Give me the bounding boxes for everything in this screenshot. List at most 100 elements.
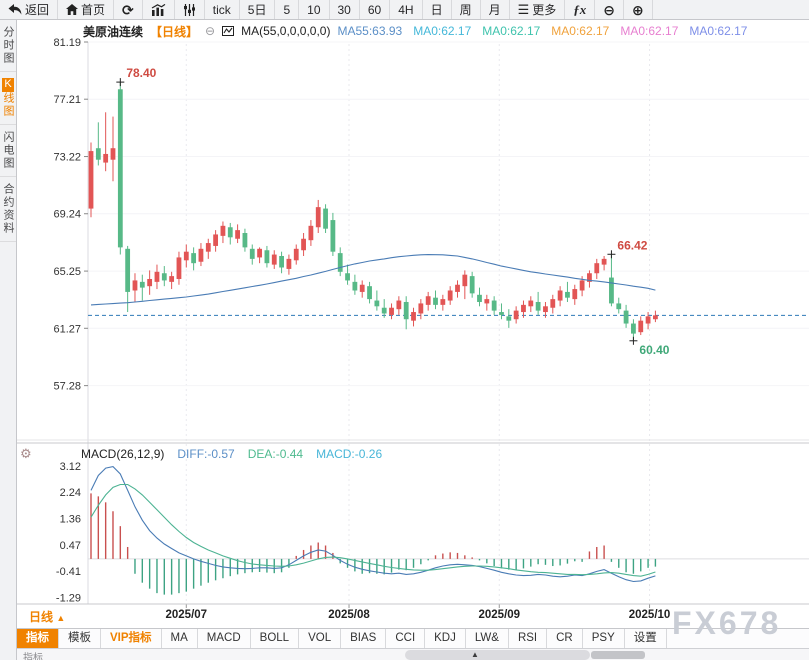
toolbar-button-label: 日 bbox=[431, 1, 443, 18]
toolbar-button-label: 更多 bbox=[532, 1, 556, 18]
toolbar-button-zoom-out[interactable]: ⊖ bbox=[595, 0, 624, 19]
svg-text:1.36: 1.36 bbox=[60, 513, 81, 525]
sidebar-item-lightning[interactable]: 闪电图 bbox=[0, 125, 16, 177]
partial-tab: 指标 bbox=[23, 649, 43, 660]
tab-RSI[interactable]: RSI bbox=[509, 629, 547, 648]
toolbar-button-4h[interactable]: 4H bbox=[390, 0, 422, 19]
toolbar-button-5m[interactable]: 5 bbox=[275, 0, 299, 19]
svg-text:66.42: 66.42 bbox=[617, 238, 647, 252]
gridlines bbox=[17, 42, 809, 608]
top-toolbar: 返回 首页 ⟳ tick 5日 5 10 30 60 4H 日周月 ☰更多 ƒx ⊖ ⊕ bbox=[0, 0, 809, 20]
chart-canvas[interactable]: 81.1977.2173.2269.2465.2561.2757.283.122… bbox=[17, 30, 809, 628]
toolbar-button-label: ƒx bbox=[573, 2, 586, 18]
toolbar-button-label: 10 bbox=[307, 3, 320, 17]
svg-text:65.25: 65.25 bbox=[53, 266, 81, 278]
tab-指标[interactable]: 指标 bbox=[17, 629, 59, 648]
svg-text:69.24: 69.24 bbox=[53, 209, 81, 221]
horizontal-scrollbar-thumb[interactable] bbox=[591, 651, 645, 659]
ma-settings-label[interactable]: MA(55,0,0,0,0,0) bbox=[241, 24, 330, 38]
menu-icon: ☰ bbox=[518, 3, 530, 16]
zoom-in-icon: ⊕ bbox=[632, 3, 644, 17]
sidebar-item-kline[interactable]: K线图 bbox=[0, 72, 16, 125]
expand-arrow-icon: ▲ bbox=[471, 650, 479, 660]
toolbar-button-5d[interactable]: 5日 bbox=[240, 0, 276, 19]
toolbar-button-home[interactable]: 首页 bbox=[58, 0, 114, 19]
toolbar-button-back[interactable]: 返回 bbox=[0, 0, 58, 19]
toolbar-button-fx[interactable]: ƒx bbox=[565, 0, 595, 19]
sidebar-item-contract-info[interactable]: 合约资料 bbox=[0, 177, 16, 242]
tab-CCI[interactable]: CCI bbox=[386, 629, 425, 648]
toolbar-button-label: 周 bbox=[460, 1, 472, 18]
svg-text:3.12: 3.12 bbox=[60, 461, 81, 473]
macd-diff-value: DIFF:-0.57 bbox=[177, 447, 234, 461]
toolbar-button-label: 首页 bbox=[81, 1, 105, 18]
ma-value: MA0:62.17 bbox=[551, 24, 609, 38]
tab-VOL[interactable]: VOL bbox=[299, 629, 341, 648]
home-icon bbox=[66, 4, 78, 15]
toolbar-button-refresh[interactable]: ⟳ bbox=[114, 0, 143, 19]
drag-handle[interactable]: ▲ bbox=[405, 650, 590, 660]
toolbar-button-zoom-in[interactable]: ⊕ bbox=[624, 0, 653, 19]
ma-value: MA55:63.93 bbox=[337, 24, 402, 38]
tab-CR[interactable]: CR bbox=[547, 629, 583, 648]
bar-chart-icon bbox=[151, 4, 166, 16]
tab-MACD[interactable]: MACD bbox=[198, 629, 251, 648]
period-corner-button[interactable]: 日线 ▲ bbox=[29, 608, 65, 625]
macd-dea-value: DEA:-0.44 bbox=[248, 447, 303, 461]
svg-text:2.24: 2.24 bbox=[60, 487, 81, 499]
toolbar-button-label: 60 bbox=[368, 3, 381, 17]
svg-text:0.47: 0.47 bbox=[60, 540, 81, 552]
tab-LW&[interactable]: LW& bbox=[466, 629, 509, 648]
tab-PSY[interactable]: PSY bbox=[583, 629, 625, 648]
tab-BOLL[interactable]: BOLL bbox=[251, 629, 299, 648]
left-sidebar: 分时图K线图闪电图合约资料 bbox=[0, 20, 17, 660]
tab-设置[interactable]: 设置 bbox=[625, 629, 667, 648]
toolbar-button-monthly[interactable]: 月 bbox=[481, 0, 510, 19]
svg-text:2025/09: 2025/09 bbox=[478, 609, 520, 621]
ma-chart-icon bbox=[222, 25, 234, 37]
svg-text:2025/08: 2025/08 bbox=[328, 609, 370, 621]
toolbar-button-label: 月 bbox=[489, 1, 501, 18]
symbol-title: 美原油连续 bbox=[83, 23, 143, 40]
svg-text:57.28: 57.28 bbox=[53, 381, 81, 393]
collapse-circle-icon[interactable]: ⊖ bbox=[205, 24, 215, 38]
toolbar-button-indicator-style[interactable] bbox=[175, 0, 205, 19]
toolbar-button-label: 5日 bbox=[248, 1, 267, 18]
toolbar-button-more[interactable]: ☰更多 bbox=[510, 0, 566, 19]
svg-text:2025/10: 2025/10 bbox=[629, 609, 671, 621]
tab-BIAS[interactable]: BIAS bbox=[341, 629, 386, 648]
ma-value: MA0:62.17 bbox=[620, 24, 678, 38]
svg-text:78.40: 78.40 bbox=[126, 66, 156, 80]
tab-模板[interactable]: 模板 bbox=[59, 629, 101, 648]
tab-VIP指标[interactable]: VIP指标 bbox=[101, 629, 162, 648]
toolbar-button-weekly[interactable]: 周 bbox=[452, 0, 481, 19]
tab-KDJ[interactable]: KDJ bbox=[425, 629, 466, 648]
bottom-strip: 指标 ▲ bbox=[17, 648, 809, 660]
tab-MA[interactable]: MA bbox=[162, 629, 198, 648]
watermark: FX678 bbox=[672, 605, 781, 642]
toolbar-button-10m[interactable]: 10 bbox=[299, 0, 329, 19]
macd-settings-label[interactable]: MACD(26,12,9) bbox=[81, 447, 164, 461]
macd-header: MACD(26,12,9) DIFF:-0.57 DEA:-0.44 MACD:… bbox=[81, 447, 382, 461]
toolbar-button-60m[interactable]: 60 bbox=[360, 0, 390, 19]
svg-text:2025/07: 2025/07 bbox=[166, 609, 208, 621]
svg-text:81.19: 81.19 bbox=[53, 37, 81, 49]
period-tag: 【日线】 bbox=[150, 23, 198, 40]
ma-value: MA0:62.17 bbox=[413, 24, 471, 38]
chart-panel: 美原油连续 【日线】 ⊖ MA(55,0,0,0,0,0) MA55:63.93… bbox=[17, 20, 809, 660]
svg-text:61.27: 61.27 bbox=[53, 323, 81, 335]
toolbar-button-chart-style[interactable] bbox=[143, 0, 175, 19]
toolbar-button-daily[interactable]: 日 bbox=[423, 0, 452, 19]
toolbar-button-label: 返回 bbox=[25, 1, 49, 18]
macd-histogram bbox=[91, 493, 655, 594]
toolbar-button-tick[interactable]: tick bbox=[205, 0, 240, 19]
price-axis-labels: 81.1977.2173.2269.2465.2561.2757.28 bbox=[53, 37, 88, 393]
indicator-gear-icon[interactable]: ⚙ bbox=[20, 446, 32, 462]
macd-macd-value: MACD:-0.26 bbox=[316, 447, 382, 461]
svg-text:60.40: 60.40 bbox=[639, 343, 669, 357]
macd-axis-labels: 3.122.241.360.47-0.41-1.29 bbox=[56, 461, 81, 604]
sliders-icon bbox=[183, 4, 196, 16]
sidebar-item-time-share[interactable]: 分时图 bbox=[0, 20, 16, 72]
svg-text:77.21: 77.21 bbox=[53, 94, 81, 106]
toolbar-button-30m[interactable]: 30 bbox=[330, 0, 360, 19]
